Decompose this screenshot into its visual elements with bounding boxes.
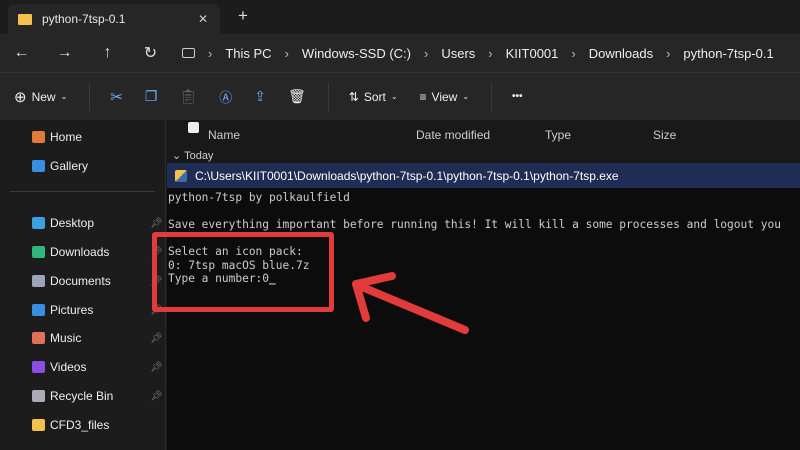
cfd3-files-icon [32, 419, 45, 431]
pictures-icon [32, 304, 45, 316]
sidebar-item-cfd3-files[interactable]: CFD3_files [32, 418, 109, 432]
up-button[interactable]: ↑ [86, 44, 129, 62]
gallery-icon [32, 160, 45, 172]
sidebar-item-desktop[interactable]: Desktop [32, 216, 94, 230]
annotation-highlight-box [152, 232, 334, 312]
console-line: python-7tsp by polkaulfield [168, 191, 350, 204]
sort-icon: ⇅ [348, 89, 359, 104]
breadcrumb-users[interactable]: Users [441, 46, 475, 61]
back-button[interactable]: ← [0, 44, 43, 62]
rename-icon[interactable]: Ⓐ [219, 87, 232, 106]
plus-circle-icon: ⊕ [14, 88, 27, 106]
share-icon[interactable]: ⇪ [254, 88, 266, 105]
breadcrumb-user[interactable]: KIIT0001 [506, 46, 559, 61]
sidebar-item-documents[interactable]: Documents [32, 274, 111, 288]
breadcrumb-downloads[interactable]: Downloads [589, 46, 653, 61]
column-size[interactable]: Size [653, 128, 676, 142]
divider [491, 82, 493, 111]
paste-icon[interactable]: 📋︎ [179, 88, 197, 105]
group-today[interactable]: ⌄ Today [172, 149, 213, 162]
console-title: C:\Users\KIIT0001\Downloads\python-7tsp-… [195, 168, 619, 183]
tab-python-7tsp[interactable]: python-7tsp-0.1 ✕ [8, 4, 220, 34]
sidebar-item-label: Home [50, 130, 83, 144]
command-bar: ⊕ New ⌄ ✂ ❐ 📋︎ Ⓐ ⇪ 🗑︎ ⇅ Sort ⌄ ≡ View ⌄ ••• [0, 72, 800, 120]
computer-icon [182, 48, 195, 58]
navigation-pane: Home Gallery Desktop 📌︎ Downloads 📌︎ Documents… [0, 120, 166, 450]
console-window-titlebar[interactable]: C:\Users\KIIT0001\Downloads\python-7tsp-… [167, 163, 800, 188]
sort-label: Sort [363, 89, 386, 104]
sidebar-item-label: Documents [50, 274, 111, 288]
python-exe-icon [175, 169, 187, 182]
view-label: View [431, 89, 458, 104]
close-tab-button[interactable]: ✕ [198, 12, 208, 26]
downloads-icon [32, 246, 45, 258]
breadcrumb[interactable]: › This PC › Windows-SSD (C:) › Users › KIIT… [182, 46, 774, 61]
tab-title: python-7tsp-0.1 [42, 12, 126, 26]
desktop-icon [32, 217, 45, 229]
delete-icon[interactable]: 🗑︎ [288, 88, 306, 105]
sidebar-item-videos[interactable]: Videos [32, 360, 86, 374]
sidebar-item-label: Gallery [50, 159, 89, 173]
videos-icon [32, 361, 45, 373]
cut-icon[interactable]: ✂ [110, 88, 123, 106]
home-icon [32, 131, 45, 143]
divider [89, 82, 91, 111]
sidebar-item-label: Downloads [50, 245, 110, 259]
breadcrumb-folder[interactable]: python-7tsp-0.1 [683, 46, 773, 61]
console-output[interactable]: python-7tsp by polkaulfield Save everythi… [167, 188, 800, 450]
annotation-arrow [352, 272, 469, 334]
folder-icon [18, 13, 32, 25]
new-tab-button[interactable]: + [238, 6, 248, 26]
sidebar-item-home[interactable]: Home [32, 130, 82, 144]
tab-bar: python-7tsp-0.1 ✕ + [0, 0, 800, 34]
sidebar-item-label: Pictures [50, 303, 94, 317]
new-label: New [31, 89, 56, 104]
divider [327, 82, 329, 111]
console-line: Save everything important before running… [168, 218, 781, 231]
list-icon: ≡ [419, 89, 427, 104]
recycle-bin-icon [32, 390, 45, 402]
more-options-button[interactable]: ••• [512, 91, 523, 102]
pin-icon[interactable]: 📌︎ [150, 362, 163, 373]
pin-icon[interactable]: 📌︎ [150, 218, 163, 229]
navigation-bar: ← → ↑ ↻ › This PC › Windows-SSD (C:) › Use… [0, 34, 800, 72]
sidebar-item-downloads[interactable]: Downloads [32, 245, 109, 259]
forward-button[interactable]: → [43, 44, 86, 62]
breadcrumb-this-pc[interactable]: This PC [225, 46, 271, 61]
breadcrumb-drive[interactable]: Windows-SSD (C:) [302, 46, 411, 61]
pin-icon[interactable]: 📌︎ [150, 333, 163, 344]
sidebar-item-label: CFD3_files [50, 418, 110, 432]
column-name[interactable]: Name [208, 128, 240, 142]
group-label: Today [184, 150, 214, 162]
sidebar-item-music[interactable]: Music [32, 331, 81, 345]
sidebar-item-label: Music [50, 331, 82, 345]
column-date-modified[interactable]: Date modified [416, 128, 490, 142]
sidebar-item-label: Videos [50, 360, 87, 374]
pin-icon[interactable]: 📌︎ [150, 391, 163, 402]
refresh-button[interactable]: ↻ [129, 43, 172, 63]
divider [10, 191, 155, 192]
sidebar-item-label: Recycle Bin [50, 389, 114, 403]
sidebar-item-label: Desktop [50, 216, 95, 230]
sort-button[interactable]: ⇅ Sort ⌄ [349, 90, 398, 104]
column-type[interactable]: Type [545, 128, 571, 142]
new-button[interactable]: ⊕ New ⌄ [14, 88, 67, 106]
select-all-checkbox[interactable] [188, 122, 199, 133]
documents-icon [32, 275, 45, 287]
sidebar-item-gallery[interactable]: Gallery [32, 159, 88, 173]
view-button[interactable]: ≡ View ⌄ [420, 90, 470, 104]
sidebar-item-pictures[interactable]: Pictures [32, 303, 93, 317]
copy-icon[interactable]: ❐ [145, 88, 158, 105]
sidebar-item-recycle-bin[interactable]: Recycle Bin [32, 389, 113, 403]
music-icon [32, 332, 45, 344]
